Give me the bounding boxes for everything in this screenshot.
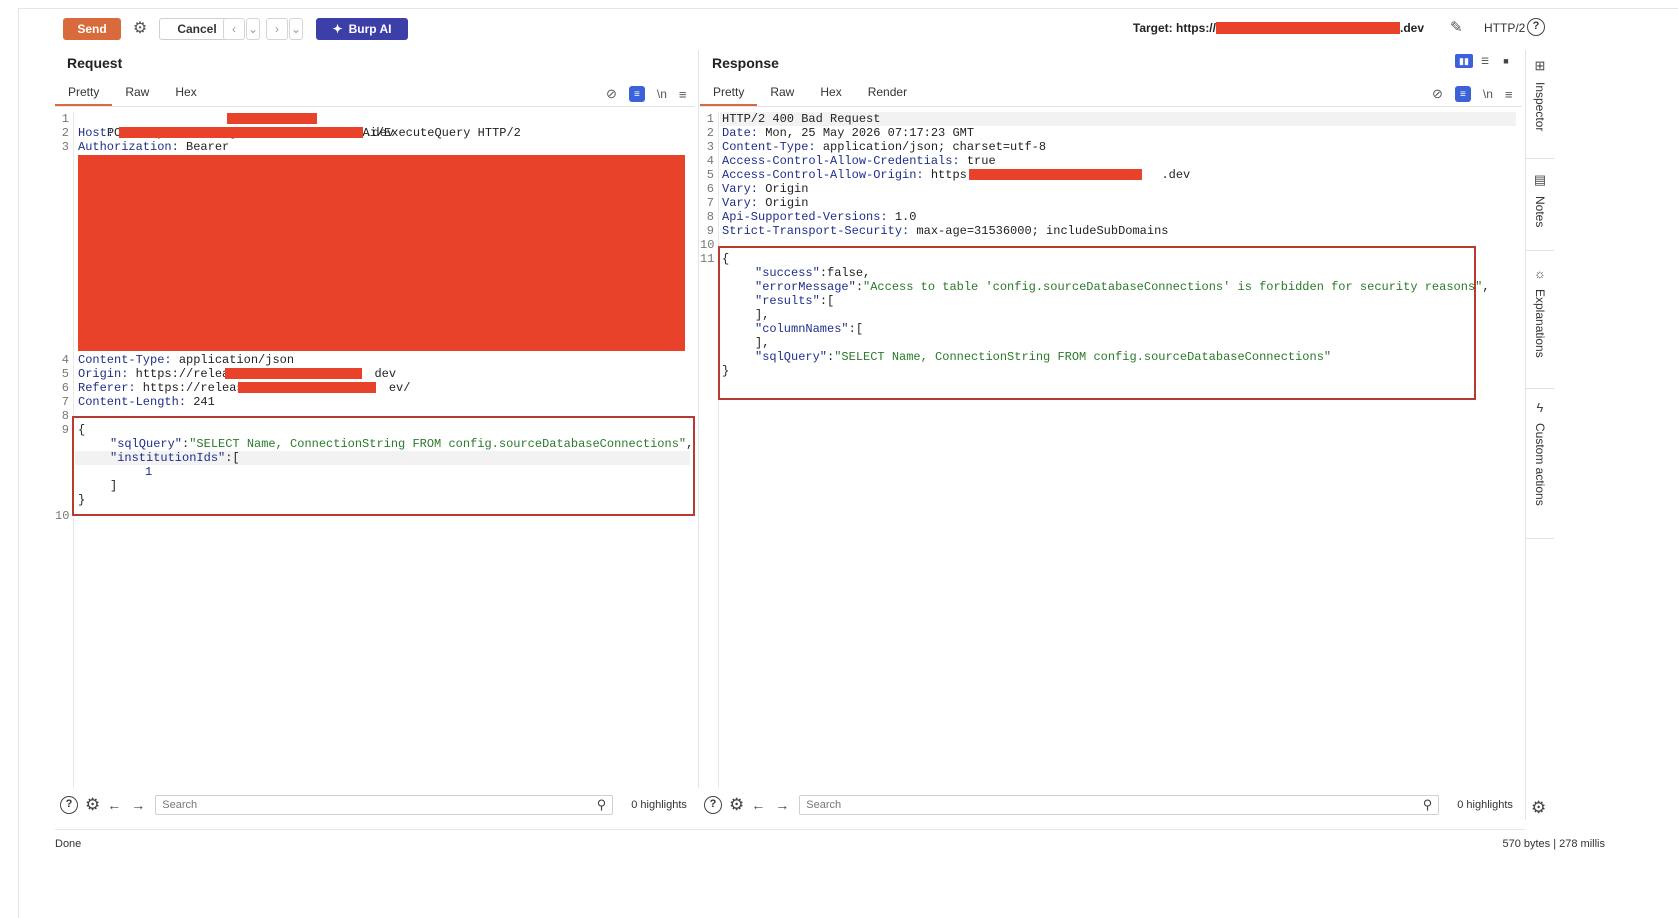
gear-icon[interactable]: ⚙ xyxy=(85,796,100,814)
history-forward-icon[interactable]: › xyxy=(266,18,288,40)
inspector-icon: ⊞ xyxy=(1534,58,1546,73)
layout-tabs-icon[interactable]: ■ xyxy=(1497,54,1515,68)
settings-gear-icon[interactable]: ⚙ xyxy=(1531,798,1546,818)
status-bar: Done 570 bytes | 278 millis xyxy=(55,838,1655,854)
status-divider xyxy=(55,829,1525,830)
tab-hex[interactable]: Hex xyxy=(162,85,209,106)
sidebar-item-custom-actions[interactable]: ϟ Custom actions xyxy=(1526,400,1554,506)
help-icon[interactable]: ? xyxy=(1527,18,1545,36)
history-back-icon[interactable]: ‹ xyxy=(223,18,245,40)
help-icon[interactable]: ? xyxy=(704,796,722,814)
search-icon: ⚲ xyxy=(596,797,607,812)
request-body-highlight-box xyxy=(72,416,695,516)
target-url[interactable]: Target: https:// .dev xyxy=(1133,21,1424,35)
tab-render[interactable]: Render xyxy=(855,85,920,106)
arrow-right-icon[interactable]: → xyxy=(775,797,789,813)
redacted-block xyxy=(1215,22,1400,34)
response-size-timing: 570 bytes | 278 millis xyxy=(1502,838,1605,850)
arrow-left-icon[interactable]: ← xyxy=(107,797,121,813)
redacted-block xyxy=(238,382,376,393)
request-highlights-count: 0 highlights xyxy=(631,799,687,811)
arrow-right-icon[interactable]: → xyxy=(131,797,145,813)
word-wrap-icon[interactable]: ≡ xyxy=(1454,86,1471,102)
layout-toggle: ▮▮ ☰ ■ xyxy=(1455,54,1515,68)
target-prefix: Target: https:// xyxy=(1132,21,1216,35)
help-icon[interactable]: ? xyxy=(60,796,78,814)
status-text: Done xyxy=(55,838,82,850)
hide-icon[interactable]: ⊘ xyxy=(1432,86,1443,102)
request-view-tools: ⊘ ≡ \n ≡ xyxy=(606,86,687,102)
word-wrap-icon[interactable]: ≡ xyxy=(628,86,645,102)
redacted-block xyxy=(969,169,1142,180)
response-search-bar: ? ⚙ ← → Search ⚲ 0 highlights xyxy=(704,794,1513,816)
request-search-bar: ? ⚙ ← → Search ⚲ 0 highlights xyxy=(60,794,687,816)
request-search-input[interactable]: Search ⚲ xyxy=(155,795,614,815)
search-icon: ⚲ xyxy=(1422,797,1433,812)
response-highlights-count: 0 highlights xyxy=(1457,799,1513,811)
redacted-block xyxy=(227,113,317,124)
response-editor[interactable]: 1 HTTP/2 400 Bad Request 2 Date: Mon, 25… xyxy=(700,112,1522,788)
menu-icon[interactable]: ≡ xyxy=(1505,87,1513,102)
notes-icon: ▤ xyxy=(1533,172,1547,187)
edit-target-icon[interactable]: ✎ xyxy=(1450,18,1463,36)
request-editor[interactable]: 1 POST /systemconfigurattAi/ExecuteQuery… xyxy=(55,112,695,788)
redacted-block xyxy=(119,127,363,138)
layout-side-by-side-icon[interactable]: ▮▮ xyxy=(1455,54,1473,68)
lightbulb-icon: ☼ xyxy=(1534,266,1546,281)
arrow-left-icon[interactable]: ← xyxy=(751,797,765,813)
tab-hex[interactable]: Hex xyxy=(807,85,854,106)
gear-icon[interactable]: ⚙ xyxy=(130,19,150,39)
send-button[interactable]: Send xyxy=(63,18,121,40)
history-back-dropdown-icon[interactable]: ⌄ xyxy=(246,18,260,40)
sparkle-icon: ✦ xyxy=(332,22,343,36)
menu-icon[interactable]: ≡ xyxy=(679,87,687,102)
request-title: Request xyxy=(67,55,123,71)
sidebar-item-explanations[interactable]: ☼ Explanations xyxy=(1526,266,1554,358)
toolbar: Send ⚙ Cancel ‹ ⌄ › ⌄ ✦ Burp AI Target: h… xyxy=(18,8,1678,44)
response-search-input[interactable]: Search ⚲ xyxy=(799,795,1440,815)
panel-divider[interactable] xyxy=(698,50,699,788)
protocol-label[interactable]: HTTP/2 xyxy=(1484,21,1525,35)
response-title: Response xyxy=(712,55,779,71)
response-view-tools: ⊘ ≡ \n ≡ xyxy=(1432,86,1513,102)
response-tabs: Pretty Raw Hex Render xyxy=(700,79,1522,107)
history-forward-dropdown-icon[interactable]: ⌄ xyxy=(289,18,303,40)
right-sidebar: ⊞ Inspector ▤ Notes ☼ Explanations ϟ Cus… xyxy=(1525,50,1554,820)
sidebar-item-notes[interactable]: ▤ Notes xyxy=(1526,172,1554,227)
gear-icon[interactable]: ⚙ xyxy=(729,796,744,814)
target-suffix: .dev xyxy=(1399,21,1424,35)
tab-pretty[interactable]: Pretty xyxy=(700,85,758,106)
request-tabs: Pretty Raw Hex xyxy=(55,79,695,107)
tab-raw[interactable]: Raw xyxy=(112,85,162,106)
burp-ai-label: Burp AI xyxy=(348,22,392,36)
burp-ai-button[interactable]: ✦ Burp AI xyxy=(316,18,408,40)
newline-icon[interactable]: \n xyxy=(1483,87,1493,101)
sidebar-item-inspector[interactable]: ⊞ Inspector xyxy=(1526,58,1554,131)
tab-pretty[interactable]: Pretty xyxy=(55,85,113,106)
hide-icon[interactable]: ⊘ xyxy=(606,86,617,102)
redacted-block xyxy=(225,368,362,379)
redacted-token-block xyxy=(78,155,685,351)
lightning-icon: ϟ xyxy=(1536,400,1544,415)
layout-stacked-icon[interactable]: ☰ xyxy=(1476,54,1494,68)
newline-icon[interactable]: \n xyxy=(657,87,667,101)
tab-raw[interactable]: Raw xyxy=(757,85,807,106)
